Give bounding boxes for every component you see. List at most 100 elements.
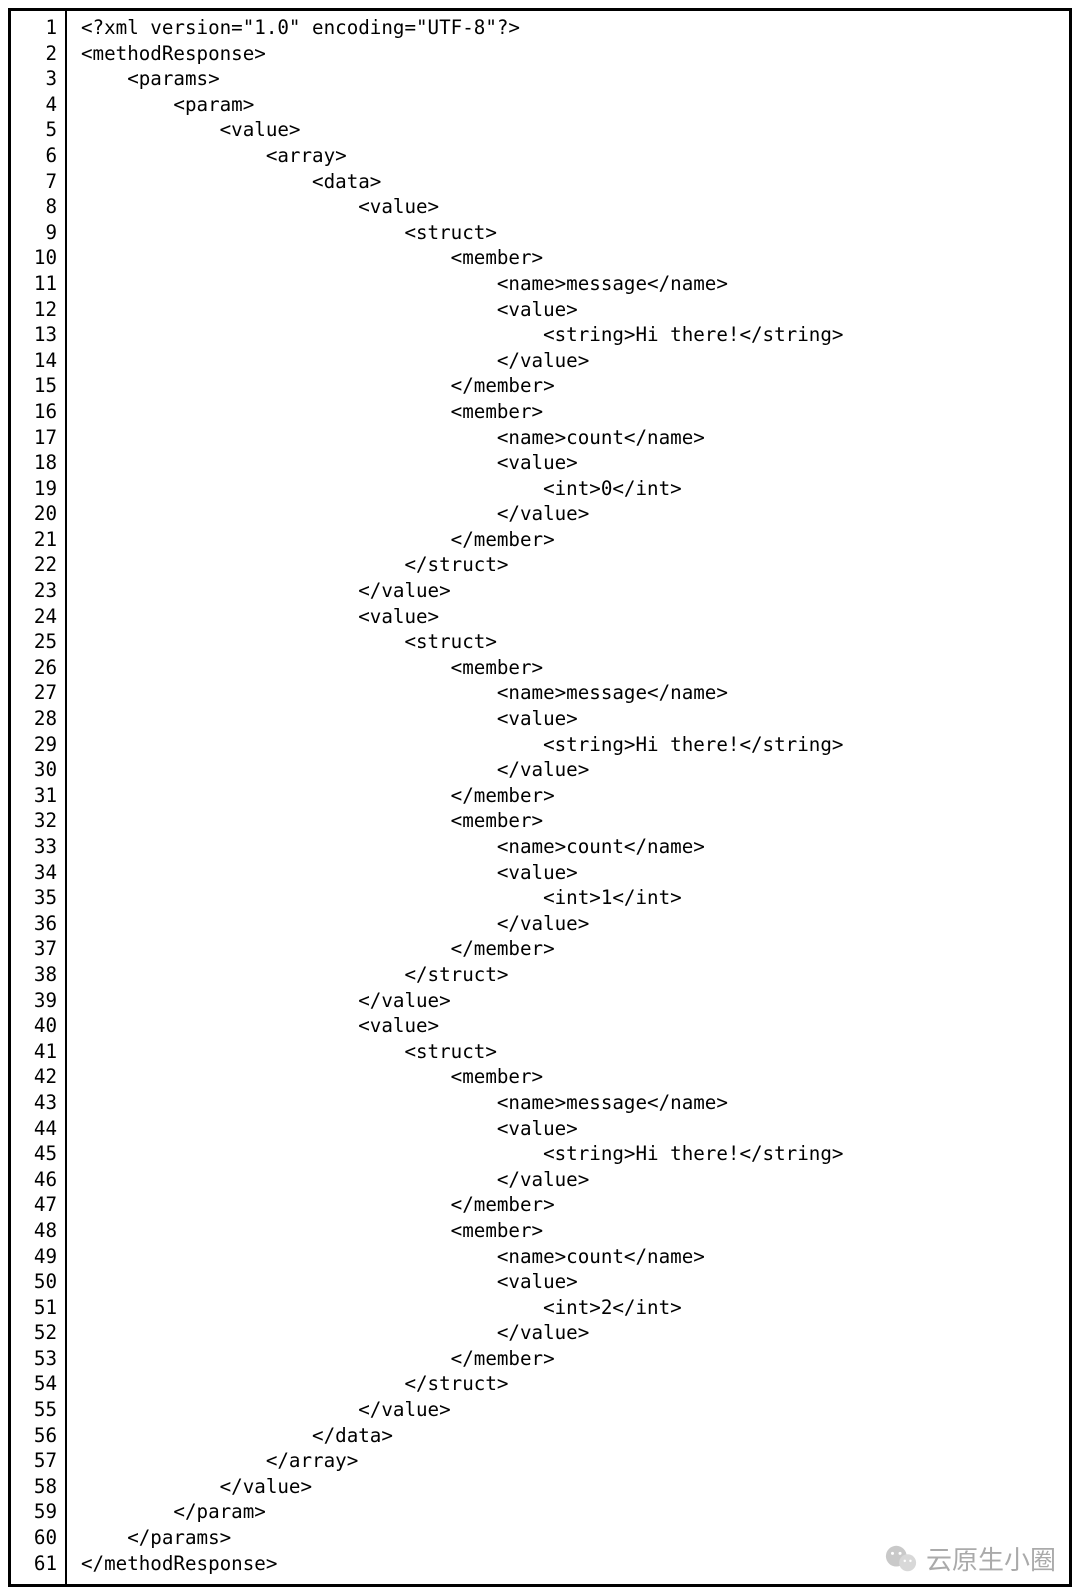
code-frame: 1234567891011121314151617181920212223242… (8, 8, 1072, 1587)
code-line: <value> (81, 194, 1069, 220)
line-number: 17 (11, 425, 65, 451)
line-number: 53 (11, 1346, 65, 1372)
line-number: 2 (11, 41, 65, 67)
line-number-gutter: 1234567891011121314151617181920212223242… (11, 11, 67, 1584)
code-line: </member> (81, 936, 1069, 962)
line-number: 35 (11, 885, 65, 911)
code-line: <int>1</int> (81, 885, 1069, 911)
line-number: 25 (11, 629, 65, 655)
code-line: </value> (81, 1397, 1069, 1423)
line-number: 55 (11, 1397, 65, 1423)
line-number: 39 (11, 988, 65, 1014)
line-number: 18 (11, 450, 65, 476)
line-number: 1 (11, 15, 65, 41)
line-number: 11 (11, 271, 65, 297)
code-line: <member> (81, 655, 1069, 681)
code-line: <member> (81, 1218, 1069, 1244)
line-number: 24 (11, 604, 65, 630)
code-line: </struct> (81, 962, 1069, 988)
line-number: 61 (11, 1551, 65, 1577)
code-line: <?xml version="1.0" encoding="UTF-8"?> (81, 15, 1069, 41)
line-number: 38 (11, 962, 65, 988)
line-number: 28 (11, 706, 65, 732)
line-number: 37 (11, 936, 65, 962)
code-line: </array> (81, 1448, 1069, 1474)
line-number: 40 (11, 1013, 65, 1039)
line-number: 15 (11, 373, 65, 399)
code-line: <value> (81, 1116, 1069, 1142)
line-number: 47 (11, 1192, 65, 1218)
code-line: </member> (81, 783, 1069, 809)
line-number: 5 (11, 117, 65, 143)
line-number: 29 (11, 732, 65, 758)
line-number: 46 (11, 1167, 65, 1193)
code-line: <data> (81, 169, 1069, 195)
code-line: </value> (81, 1167, 1069, 1193)
code-line: <string>Hi there!</string> (81, 1141, 1069, 1167)
line-number: 58 (11, 1474, 65, 1500)
watermark-text: 云原生小圈 (926, 1540, 1056, 1577)
line-number: 54 (11, 1371, 65, 1397)
code-line: </value> (81, 348, 1069, 374)
code-line: <name>message</name> (81, 271, 1069, 297)
line-number: 56 (11, 1423, 65, 1449)
line-number: 4 (11, 92, 65, 118)
line-number: 30 (11, 757, 65, 783)
line-number: 33 (11, 834, 65, 860)
line-number: 23 (11, 578, 65, 604)
line-number: 10 (11, 245, 65, 271)
code-line: </param> (81, 1499, 1069, 1525)
code-line: </member> (81, 527, 1069, 553)
line-number: 43 (11, 1090, 65, 1116)
code-line: </value> (81, 1474, 1069, 1500)
line-number: 27 (11, 680, 65, 706)
code-line: <params> (81, 66, 1069, 92)
code-line: <int>2</int> (81, 1295, 1069, 1321)
line-number: 49 (11, 1244, 65, 1270)
line-number: 57 (11, 1448, 65, 1474)
code-line: <value> (81, 297, 1069, 323)
code-line: <value> (81, 1013, 1069, 1039)
code-line: </member> (81, 1192, 1069, 1218)
code-line: <value> (81, 117, 1069, 143)
line-number: 6 (11, 143, 65, 169)
code-line: </data> (81, 1423, 1069, 1449)
code-line: </struct> (81, 1371, 1069, 1397)
line-number: 20 (11, 501, 65, 527)
line-number: 36 (11, 911, 65, 937)
line-number: 13 (11, 322, 65, 348)
line-number: 42 (11, 1064, 65, 1090)
line-number: 50 (11, 1269, 65, 1295)
code-line: <struct> (81, 1039, 1069, 1065)
code-line: <value> (81, 706, 1069, 732)
code-line: </struct> (81, 552, 1069, 578)
line-number: 45 (11, 1141, 65, 1167)
line-number: 21 (11, 527, 65, 553)
code-line: <value> (81, 860, 1069, 886)
line-number: 60 (11, 1525, 65, 1551)
code-line: </value> (81, 911, 1069, 937)
line-number: 41 (11, 1039, 65, 1065)
code-line: <name>message</name> (81, 1090, 1069, 1116)
code-line: <name>count</name> (81, 425, 1069, 451)
code-line: <value> (81, 450, 1069, 476)
line-number: 34 (11, 860, 65, 886)
code-area: <?xml version="1.0" encoding="UTF-8"?><m… (67, 11, 1069, 1584)
code-line: <param> (81, 92, 1069, 118)
watermark: 云原生小圈 (884, 1540, 1056, 1577)
code-line: <struct> (81, 629, 1069, 655)
code-line: </value> (81, 757, 1069, 783)
line-number: 8 (11, 194, 65, 220)
code-line: <name>message</name> (81, 680, 1069, 706)
line-number: 3 (11, 66, 65, 92)
code-line: <string>Hi there!</string> (81, 322, 1069, 348)
code-line: </value> (81, 501, 1069, 527)
code-line: <string>Hi there!</string> (81, 732, 1069, 758)
code-line: <member> (81, 808, 1069, 834)
code-line: <int>0</int> (81, 476, 1069, 502)
code-line: <member> (81, 1064, 1069, 1090)
code-line: <struct> (81, 220, 1069, 246)
line-number: 31 (11, 783, 65, 809)
code-line: <methodResponse> (81, 41, 1069, 67)
line-number: 51 (11, 1295, 65, 1321)
